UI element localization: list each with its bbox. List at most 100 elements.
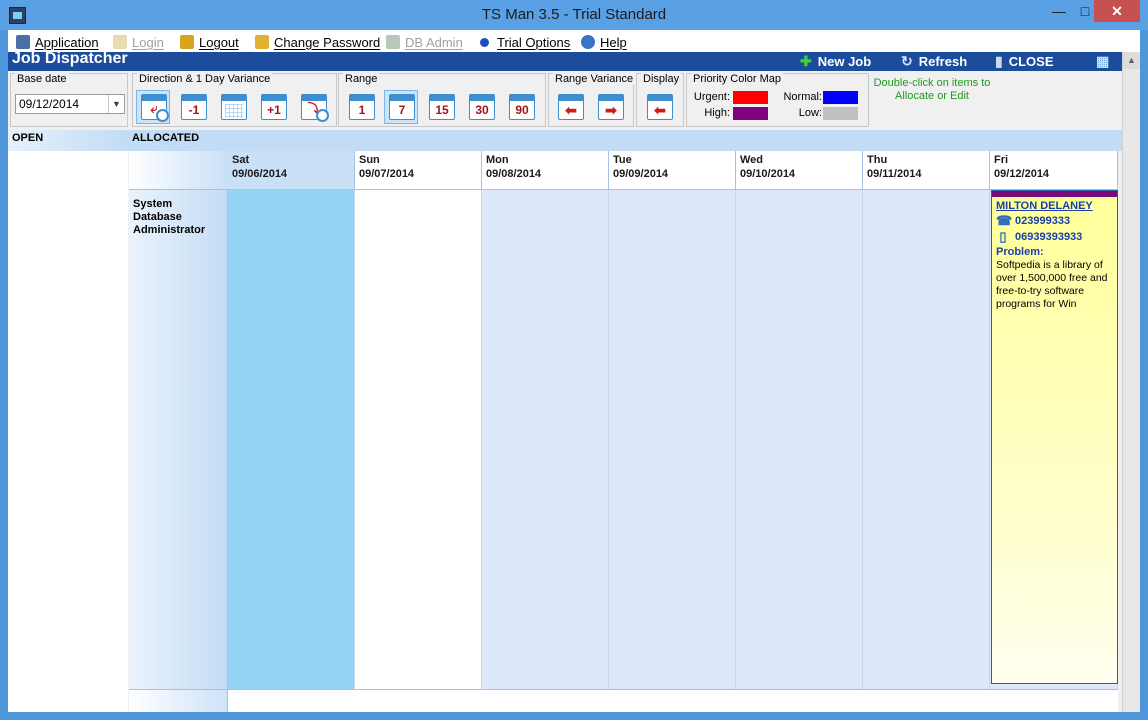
display-group: Display ⬅ bbox=[636, 73, 684, 127]
range-back-button[interactable]: ⬅ bbox=[553, 90, 587, 124]
base-date-label: Base date bbox=[15, 73, 69, 85]
title-bar[interactable]: TS Man 3.5 - Trial Standard — □ ✕ bbox=[0, 0, 1148, 30]
day-header-tue[interactable]: Tue 09/09/2014 bbox=[609, 151, 736, 190]
day-header-fri[interactable]: Fri 09/12/2014 bbox=[990, 151, 1118, 190]
priority-low-swatch bbox=[823, 107, 858, 120]
day-header-sat[interactable]: Sat 09/06/2014 bbox=[228, 151, 355, 190]
cell-tue[interactable] bbox=[609, 190, 736, 689]
new-job-button[interactable]: ✚ New Job bbox=[800, 52, 871, 70]
cell-mon[interactable] bbox=[482, 190, 609, 689]
day-header-thu[interactable]: Thu 09/11/2014 bbox=[863, 151, 990, 190]
cell-wed[interactable] bbox=[736, 190, 863, 689]
cell-sun[interactable] bbox=[355, 190, 482, 689]
cell-thu[interactable] bbox=[863, 190, 990, 689]
plus-one-day-button[interactable]: +1 bbox=[256, 90, 290, 124]
vertical-scrollbar[interactable]: ▲ bbox=[1122, 52, 1140, 712]
base-date-group: Base date 09/12/2014 ▼ bbox=[10, 73, 128, 127]
range-variance-group: Range Variance ⬅ ➡ bbox=[548, 73, 636, 127]
schedule-grid: Sat 09/06/2014 Sun 09/07/2014 Mon 09/08/201… bbox=[129, 151, 1118, 712]
calendar-settings-button[interactable]: ▦ bbox=[1096, 52, 1115, 70]
calendar-plus-icon: +1 bbox=[261, 94, 287, 120]
range-90-button[interactable]: 90 bbox=[504, 90, 538, 124]
login-key-icon bbox=[113, 35, 127, 49]
range-forward-button[interactable]: ➡ bbox=[593, 90, 627, 124]
window-title: TS Man 3.5 - Trial Standard bbox=[481, 6, 667, 23]
today-button[interactable] bbox=[216, 90, 250, 124]
menu-logout[interactable]: Logout bbox=[180, 33, 239, 51]
job-customer-link[interactable]: MILTON DELANEY bbox=[996, 200, 1093, 212]
resource-row-header: System Database Administrator bbox=[129, 190, 228, 689]
range-label: Range bbox=[343, 73, 380, 85]
priority-urgent-label: Urgent: bbox=[693, 91, 730, 103]
priority-color-map: Priority Color Map Urgent: High: Normal:… bbox=[686, 73, 869, 127]
calendar-back-clock-icon: ⤶ bbox=[141, 94, 169, 122]
module-header: Job Dispatcher ✚ New Job ↻ Refresh ▮ CLO… bbox=[8, 50, 1122, 71]
scroll-up-icon[interactable]: ▲ bbox=[1123, 52, 1140, 69]
db-admin-icon bbox=[386, 35, 400, 49]
application-icon bbox=[16, 35, 30, 49]
direction-label: Direction & 1 Day Variance bbox=[137, 73, 273, 85]
job-problem-label: Problem: bbox=[996, 246, 1044, 258]
calendar-left-arrow-icon: ⬅ bbox=[558, 94, 584, 120]
client-area: Application Login Logout Change Password… bbox=[8, 30, 1140, 712]
chevron-down-icon[interactable]: ▼ bbox=[108, 95, 124, 113]
menu-login[interactable]: Login bbox=[113, 33, 164, 51]
day-header-sun[interactable]: Sun 09/07/2014 bbox=[355, 151, 482, 190]
close-window-button[interactable]: ✕ bbox=[1094, 0, 1140, 22]
trial-options-icon bbox=[480, 37, 489, 47]
calendar-icon: ▦ bbox=[1096, 52, 1110, 69]
calendar-minus-icon: -1 bbox=[181, 94, 207, 120]
key-icon bbox=[255, 35, 269, 49]
priority-urgent-swatch bbox=[733, 91, 768, 104]
display-toggle-button[interactable]: ⬅ bbox=[642, 90, 676, 124]
module-title: Job Dispatcher bbox=[12, 50, 128, 67]
priority-color-map-label: Priority Color Map bbox=[691, 73, 784, 85]
priority-high-label: High: bbox=[704, 107, 730, 119]
job-mobile: ▯ 06939393933 bbox=[996, 230, 1082, 244]
refresh-button[interactable]: ↻ Refresh bbox=[901, 52, 967, 70]
job-priority-bar bbox=[992, 191, 1117, 197]
menu-application[interactable]: Application bbox=[16, 33, 99, 51]
menu-change-password[interactable]: Change Password bbox=[255, 33, 380, 51]
calendar-icon: 1 bbox=[349, 94, 375, 120]
door-icon: ▮ bbox=[995, 52, 1003, 69]
close-module-button[interactable]: ▮ CLOSE bbox=[995, 52, 1054, 70]
help-icon bbox=[581, 35, 595, 49]
job-card[interactable]: MILTON DELANEY ☎ 023999333 ▯ 06939393933… bbox=[991, 190, 1118, 684]
allocate-hint: Double-click on items to Allocate or Edi… bbox=[873, 77, 991, 102]
priority-low-label: Low: bbox=[798, 107, 822, 119]
range-30-button[interactable]: 30 bbox=[464, 90, 498, 124]
calendar-icon: 15 bbox=[429, 94, 455, 120]
calendar-right-arrow-icon: ➡ bbox=[598, 94, 624, 120]
lock-icon bbox=[180, 35, 194, 49]
calendar-icon: 30 bbox=[469, 94, 495, 120]
range-7-button[interactable]: 7 bbox=[384, 90, 418, 124]
open-section-header: OPEN bbox=[8, 130, 128, 151]
day-header-mon[interactable]: Mon 09/08/2014 bbox=[482, 151, 609, 190]
priority-high-swatch bbox=[733, 107, 768, 120]
menu-bar: Application Login Logout Change Password… bbox=[8, 30, 1140, 52]
range-group: Range 1 7 15 30 90 bbox=[338, 73, 546, 127]
range-1-button[interactable]: 1 bbox=[344, 90, 378, 124]
day-header-wed[interactable]: Wed 09/10/2014 bbox=[736, 151, 863, 190]
cell-sat[interactable] bbox=[228, 190, 355, 689]
job-problem-text: Softpedia is a library of over 1,500,000… bbox=[996, 259, 1108, 310]
display-label: Display bbox=[641, 73, 682, 85]
open-jobs-panel[interactable] bbox=[8, 151, 128, 712]
menu-db-admin[interactable]: DB Admin bbox=[386, 33, 463, 51]
minus-one-day-button[interactable]: -1 bbox=[176, 90, 210, 124]
grid-corner bbox=[129, 151, 228, 190]
direction-forward-button[interactable]: ⤵ bbox=[296, 90, 330, 124]
base-date-picker[interactable]: 09/12/2014 ▼ bbox=[15, 94, 125, 114]
bottom-row-header bbox=[129, 690, 228, 712]
menu-help[interactable]: Help bbox=[581, 33, 627, 51]
calendar-forward-clock-icon: ⤵ bbox=[301, 94, 329, 122]
direction-group: Direction & 1 Day Variance ⤶ -1 +1 ⤵ bbox=[132, 73, 337, 127]
calendar-icon: 7 bbox=[389, 94, 415, 120]
range-15-button[interactable]: 15 bbox=[424, 90, 458, 124]
direction-back-button[interactable]: ⤶ bbox=[136, 90, 170, 124]
menu-trial-options[interactable]: Trial Options bbox=[478, 33, 570, 51]
phone-icon: ☎ bbox=[996, 213, 1013, 228]
mobile-phone-icon: ▯ bbox=[999, 229, 1007, 244]
allocated-section-header: ALLOCATED bbox=[128, 130, 1122, 151]
